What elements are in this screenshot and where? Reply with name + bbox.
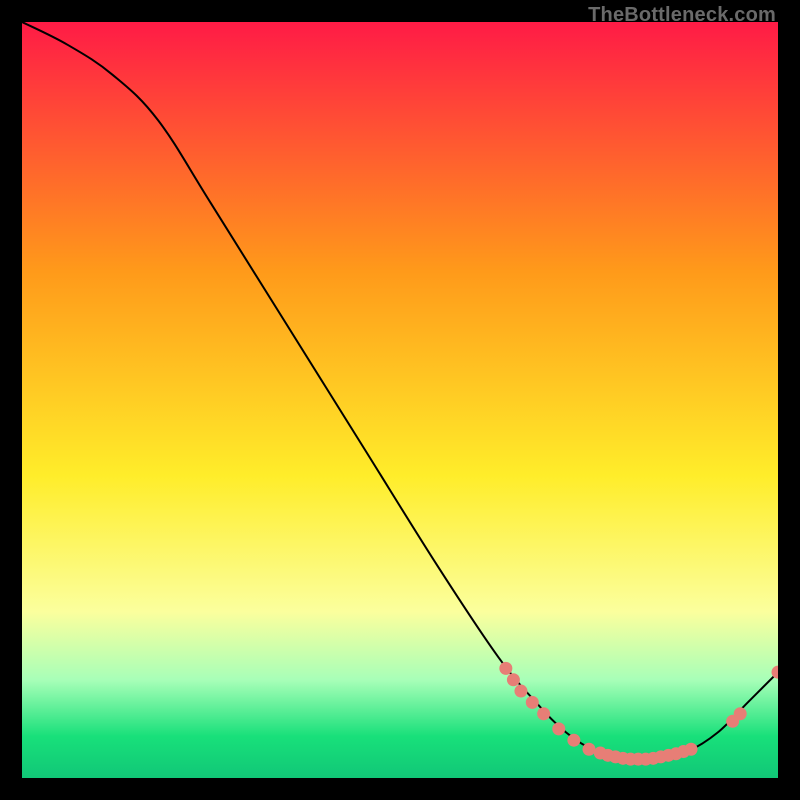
data-marker [552, 722, 565, 735]
chart-stage: TheBottleneck.com [0, 0, 800, 800]
data-marker [499, 662, 512, 675]
gradient-background [22, 22, 778, 778]
data-marker [507, 673, 520, 686]
data-marker [734, 707, 747, 720]
data-marker [514, 685, 527, 698]
chart-svg [22, 22, 778, 778]
plot-area [22, 22, 778, 778]
data-marker [526, 696, 539, 709]
data-marker [567, 734, 580, 747]
watermark-text: TheBottleneck.com [588, 4, 776, 27]
data-marker [685, 743, 698, 756]
data-marker [583, 743, 596, 756]
data-marker [537, 707, 550, 720]
